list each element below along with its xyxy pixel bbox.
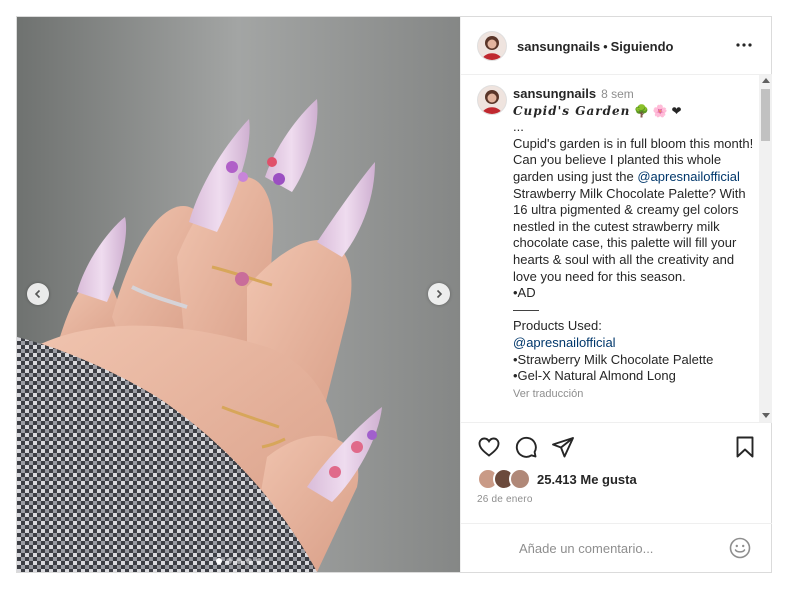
products-mention-link[interactable]: @apresnailofficial bbox=[513, 335, 757, 352]
caption-time-ago[interactable]: 8 sem bbox=[601, 87, 634, 101]
share-icon bbox=[552, 437, 574, 458]
previous-slide-button[interactable] bbox=[27, 283, 49, 305]
comment-button[interactable] bbox=[514, 435, 538, 459]
post-date[interactable]: 26 de enero bbox=[477, 494, 533, 505]
caption-avatar-image bbox=[478, 86, 506, 114]
carousel-dot bbox=[215, 558, 222, 564]
carousel-dot bbox=[225, 558, 232, 564]
nail-art-photo bbox=[17, 17, 460, 572]
post-modal: sansungnails • Siguiendo sansungnails 8 sem bbox=[16, 16, 772, 573]
author-username[interactable]: sansungnails bbox=[517, 39, 600, 54]
more-horizontal-icon bbox=[736, 43, 752, 47]
smiley-icon bbox=[729, 537, 751, 559]
comment-box bbox=[461, 523, 772, 573]
following-button[interactable]: Siguiendo bbox=[611, 39, 674, 54]
caption-section: sansungnails 8 sem 𝑪𝒖𝒑𝒊𝒅'𝒔 𝑮𝒂𝒓𝒅𝒆𝒏 🌳 🌸 ❤ .… bbox=[461, 75, 772, 422]
post-image[interactable] bbox=[17, 17, 460, 572]
carousel-dot bbox=[235, 558, 242, 564]
bookmark-icon bbox=[736, 436, 754, 458]
caption-title-emojis: 🌳 🌸 ❤ bbox=[633, 103, 682, 118]
caption-text: sansungnails 8 sem 𝑪𝒖𝒑𝒊𝒅'𝒔 𝑮𝒂𝒓𝒅𝒆𝒏 🌳 🌸 ❤ .… bbox=[513, 86, 757, 402]
product-item: •Strawberry Milk Chocolate Palette bbox=[513, 351, 714, 367]
caption-ellipsis: ... bbox=[513, 119, 524, 135]
chevron-left-icon bbox=[34, 289, 41, 299]
products-heading: Products Used: bbox=[513, 318, 602, 334]
author-avatar[interactable] bbox=[477, 31, 507, 61]
caption-body: Cupid's garden is in full bloom this mon… bbox=[513, 136, 757, 285]
next-slide-button[interactable] bbox=[428, 283, 450, 305]
carousel-dot bbox=[245, 558, 252, 564]
post-sidebar: sansungnails • Siguiendo sansungnails 8 sem bbox=[460, 17, 772, 572]
post-header: sansungnails • Siguiendo bbox=[461, 17, 772, 75]
caption-scrollbar[interactable] bbox=[759, 75, 772, 422]
caption-body-end: Strawberry Milk Chocolate Palette? With … bbox=[513, 185, 746, 284]
caption-username[interactable]: sansungnails bbox=[513, 86, 596, 101]
likes-count[interactable]: 25.413 Me gusta bbox=[537, 472, 637, 487]
caption-mention-link[interactable]: @apresnailofficial bbox=[637, 169, 740, 184]
scrollbar-thumb[interactable] bbox=[761, 89, 770, 141]
likes-summary[interactable]: 25.413 Me gusta bbox=[477, 468, 637, 490]
product-item: •Gel-X Natural Almond Long bbox=[513, 368, 676, 384]
more-options-button[interactable] bbox=[732, 37, 756, 53]
translate-link[interactable]: Ver traducción bbox=[513, 386, 757, 403]
caption-ad-tag: •AD bbox=[513, 285, 536, 301]
carousel-dot bbox=[255, 558, 262, 564]
liker-avatar bbox=[509, 468, 531, 490]
comment-input[interactable] bbox=[517, 540, 721, 557]
heart-icon bbox=[478, 437, 500, 457]
scroll-up-arrow-icon[interactable] bbox=[762, 78, 770, 83]
emoji-button[interactable] bbox=[728, 536, 752, 560]
caption-avatar[interactable] bbox=[477, 85, 507, 115]
scroll-down-arrow-icon[interactable] bbox=[762, 413, 770, 418]
caption-title: 𝑪𝒖𝒑𝒊𝒅'𝒔 𝑮𝒂𝒓𝒅𝒆𝒏 bbox=[513, 103, 631, 118]
author-avatar-image bbox=[478, 32, 506, 60]
comment-icon bbox=[515, 436, 537, 458]
caption-divider: —— bbox=[513, 301, 539, 317]
separator-dot: • bbox=[603, 39, 608, 54]
like-button[interactable] bbox=[477, 435, 501, 459]
chevron-right-icon bbox=[436, 289, 443, 299]
carousel-indicator bbox=[17, 558, 460, 564]
save-button[interactable] bbox=[733, 435, 757, 459]
share-button[interactable] bbox=[551, 435, 575, 459]
